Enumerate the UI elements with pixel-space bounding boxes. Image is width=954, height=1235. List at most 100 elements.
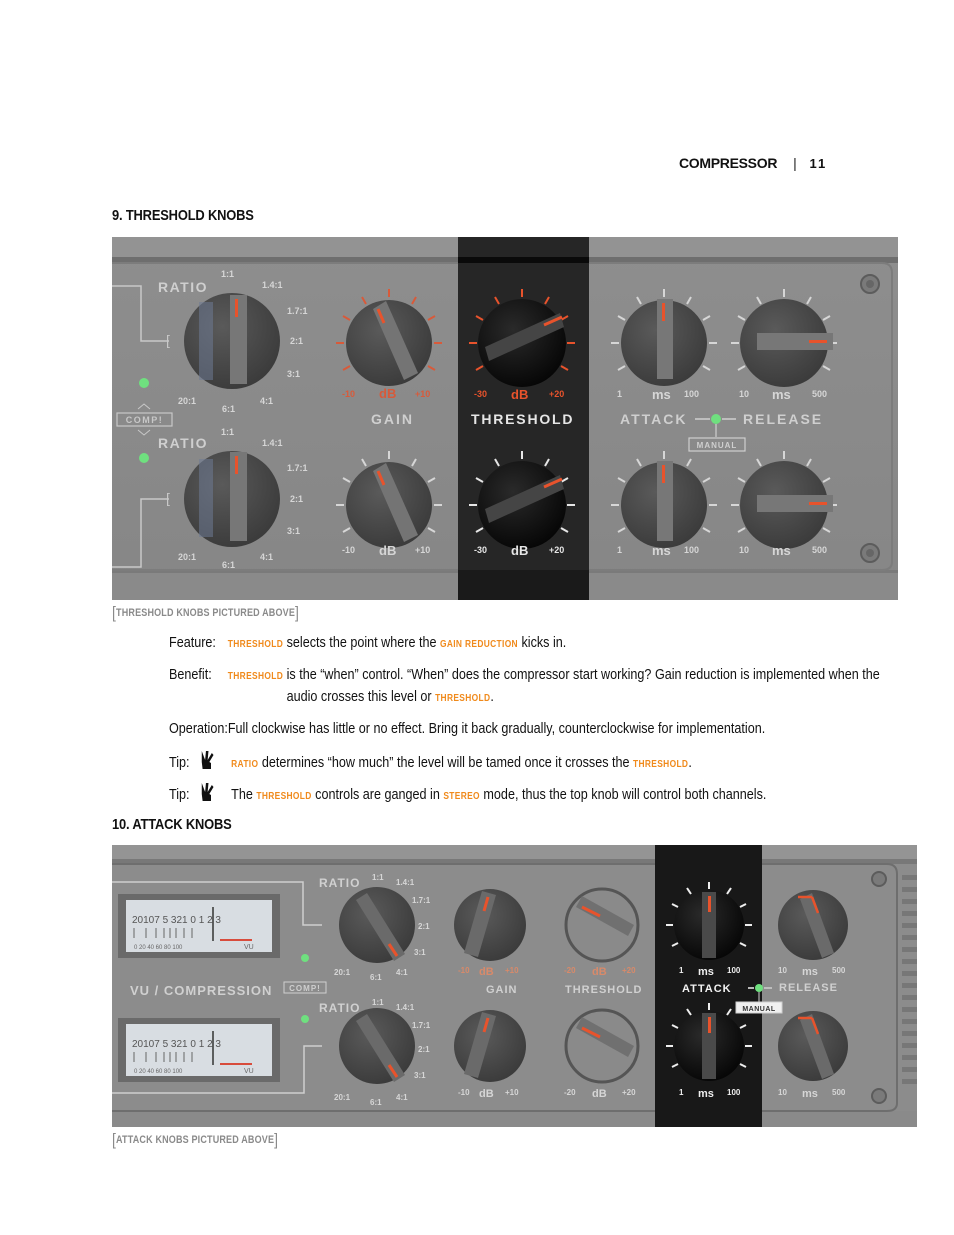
manual-label-attack: MANUAL bbox=[742, 1006, 776, 1013]
gain-min-attack: -10 bbox=[458, 966, 470, 975]
svg-text:10: 10 bbox=[739, 545, 749, 555]
svg-text:ms: ms bbox=[802, 1088, 818, 1100]
text-fragment: Full clockwise has little or no effect. … bbox=[227, 720, 766, 737]
highlight-term: RATIO bbox=[231, 759, 259, 770]
svg-text:100: 100 bbox=[684, 545, 699, 555]
peace-hand-icon bbox=[199, 750, 214, 770]
text-fragment: . bbox=[490, 688, 494, 705]
attack-panel-image: 20107 5 321 0 1 2 3 0 20 40 60 80 100 VU… bbox=[112, 845, 917, 1127]
svg-text:+10: +10 bbox=[505, 1088, 519, 1097]
vu-meter-bottom: 20107 5 321 0 1 2 3 0 20 40 60 80 100 VU bbox=[118, 1018, 280, 1082]
text-fragment: kicks in. bbox=[517, 634, 567, 651]
row-text: THRESHOLD is the “when” control. “When” … bbox=[228, 666, 880, 683]
threshold-label: THRESHOLD bbox=[471, 411, 574, 427]
ratio-label-bottom: RATIO bbox=[158, 435, 208, 451]
svg-text:[: [ bbox=[166, 490, 170, 506]
svg-text:1: 1 bbox=[617, 545, 622, 555]
svg-text:ms: ms bbox=[698, 1088, 714, 1100]
svg-text:0 20 40 60 80 100: 0 20 40 60 80 100 bbox=[134, 945, 183, 951]
row-text: RATIO determines “how much” the level wi… bbox=[231, 754, 692, 771]
threshold-max-attack: +20 bbox=[622, 966, 636, 975]
svg-text:VU: VU bbox=[244, 944, 254, 951]
svg-text:+20: +20 bbox=[622, 1088, 636, 1097]
highlight-term: THRESHOLD bbox=[633, 759, 689, 770]
svg-text:3:1: 3:1 bbox=[287, 526, 300, 536]
svg-text:3:1: 3:1 bbox=[414, 948, 426, 957]
row-label: Feature: bbox=[169, 634, 216, 651]
svg-text:dB: dB bbox=[479, 1088, 494, 1100]
peace-hand-icon bbox=[199, 782, 214, 802]
threshold-panel-image: [ [ COMP! RATIO RATIO 1:1 1.4:1 1.7:1 2:1 3… bbox=[112, 237, 898, 600]
svg-text:1:1: 1:1 bbox=[221, 269, 234, 279]
svg-text:1.4:1: 1.4:1 bbox=[262, 280, 283, 290]
highlight-term: GAIN REDUCTION bbox=[439, 639, 518, 650]
row-text: Full clockwise has little or no effect. … bbox=[228, 720, 765, 737]
attack-caption: [ATTACK KNOBS PICTURED ABOVE] bbox=[112, 1130, 279, 1149]
gain-label-attack: GAIN bbox=[486, 984, 518, 996]
text-fragment: selects the point where the bbox=[283, 634, 440, 651]
svg-text:1.4:1: 1.4:1 bbox=[396, 878, 415, 887]
svg-text:1.4:1: 1.4:1 bbox=[396, 1003, 415, 1012]
release-unit-top: ms bbox=[772, 387, 791, 402]
attack-caption-text: ATTACK KNOBS PICTURED ABOVE bbox=[116, 1134, 275, 1146]
release-max-attack: 500 bbox=[832, 966, 846, 975]
svg-text:2:1: 2:1 bbox=[418, 1045, 430, 1054]
svg-text:-30: -30 bbox=[474, 545, 487, 555]
svg-text:VU: VU bbox=[244, 1068, 254, 1075]
section-name: COMPRESSOR bbox=[679, 155, 778, 171]
release-unit-attack: ms bbox=[802, 966, 818, 978]
svg-text:[: [ bbox=[166, 332, 170, 348]
svg-text:6:1: 6:1 bbox=[222, 404, 235, 414]
svg-text:6:1: 6:1 bbox=[370, 1098, 382, 1107]
svg-text:4:1: 4:1 bbox=[260, 396, 273, 406]
manual-label: MANUAL bbox=[697, 441, 738, 450]
svg-text:3:1: 3:1 bbox=[287, 369, 300, 379]
svg-text:dB: dB bbox=[379, 543, 396, 558]
svg-text:4:1: 4:1 bbox=[260, 552, 273, 562]
svg-text:6:1: 6:1 bbox=[222, 560, 235, 570]
svg-text:500: 500 bbox=[832, 1088, 846, 1097]
text-fragment: determines “how much” the level will be … bbox=[258, 754, 634, 771]
feature-row: Feature: THRESHOLD selects the point wher… bbox=[169, 632, 566, 656]
row-label: Benefit: bbox=[169, 666, 212, 683]
comp-label-attack: COMP! bbox=[289, 984, 321, 993]
text-fragment: The bbox=[231, 786, 257, 803]
svg-text:20107 5 321 0 1 2 3: 20107 5 321 0 1 2 3 bbox=[132, 915, 221, 926]
attack-unit-highlight: ms bbox=[698, 966, 714, 978]
gain-unit-attack: dB bbox=[479, 966, 494, 978]
threshold-max-top: +20 bbox=[549, 389, 564, 399]
attack-unit-top: ms bbox=[652, 387, 671, 402]
svg-text:ms: ms bbox=[652, 543, 671, 558]
gain-max-attack: +10 bbox=[505, 966, 519, 975]
svg-text:-10: -10 bbox=[342, 545, 355, 555]
svg-text:20:1: 20:1 bbox=[334, 968, 351, 977]
svg-text:1:1: 1:1 bbox=[372, 873, 384, 882]
svg-text:-10: -10 bbox=[458, 1088, 470, 1097]
threshold-panel-graphic: [ [ COMP! RATIO RATIO 1:1 1.4:1 1.7:1 2:1 3… bbox=[112, 237, 898, 600]
threshold-caption: [THRESHOLD KNOBS PICTURED ABOVE] bbox=[112, 603, 300, 622]
attack-label-highlight: ATTACK bbox=[682, 983, 732, 995]
svg-text:1: 1 bbox=[679, 1088, 684, 1097]
text-fragment: mode, thus the top knob will control bot… bbox=[479, 786, 767, 803]
highlight-term: THRESHOLD bbox=[256, 791, 312, 802]
row-text: audio crosses this level or THRESHOLD. bbox=[287, 688, 494, 705]
svg-text:1.7:1: 1.7:1 bbox=[287, 463, 308, 473]
threshold-caption-text: THRESHOLD KNOBS PICTURED ABOVE bbox=[116, 607, 296, 619]
section-title-threshold: 9. THRESHOLD KNOBS bbox=[112, 207, 254, 224]
ratio-label-attack-bottom: RATIO bbox=[319, 1001, 360, 1015]
svg-text:2:1: 2:1 bbox=[290, 336, 303, 346]
threshold-label-attack: THRESHOLD bbox=[565, 984, 642, 996]
threshold-unit-top: dB bbox=[511, 387, 528, 402]
svg-text:500: 500 bbox=[812, 545, 827, 555]
svg-text:dB: dB bbox=[592, 1088, 607, 1100]
tip-row: Tip: RATIO determines “how much” the lev… bbox=[169, 750, 692, 776]
threshold-unit-attack: dB bbox=[592, 966, 607, 978]
svg-text:10: 10 bbox=[778, 1088, 787, 1097]
attack-panel-graphic: 20107 5 321 0 1 2 3 0 20 40 60 80 100 VU… bbox=[112, 845, 917, 1127]
svg-text:1.7:1: 1.7:1 bbox=[287, 306, 308, 316]
highlight-term: THRESHOLD bbox=[435, 693, 491, 704]
tip-row: Tip: The THRESHOLD controls are ganged i… bbox=[169, 782, 766, 808]
text-fragment: audio crosses this level or bbox=[286, 688, 436, 705]
row-text: The THRESHOLD controls are ganged in STE… bbox=[231, 786, 766, 803]
svg-text:4:1: 4:1 bbox=[396, 968, 408, 977]
